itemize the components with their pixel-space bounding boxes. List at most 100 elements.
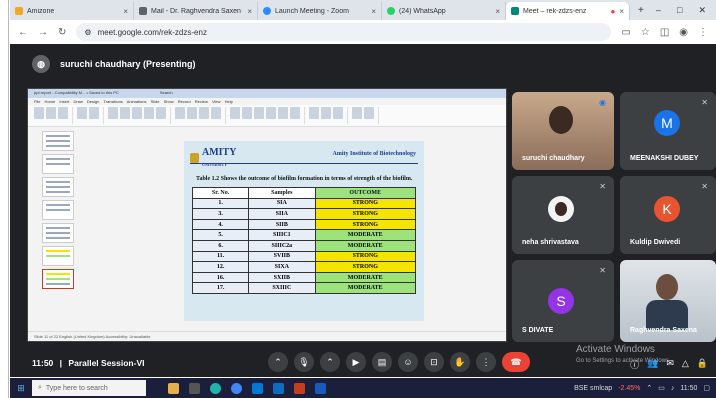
- edge-icon[interactable]: [210, 382, 221, 394]
- participant-tile-suruchi[interactable]: ◉ suruchi chaudhary: [512, 92, 614, 170]
- person-body: [646, 300, 688, 330]
- clock[interactable]: 11:50: [680, 385, 697, 392]
- mic-options-icon[interactable]: ⌃: [268, 352, 288, 372]
- battery-icon[interactable]: ▭: [658, 384, 665, 392]
- amizone-favicon-icon: [15, 7, 23, 15]
- network-icon[interactable]: ⌃: [646, 384, 652, 392]
- table-row: 16. SXIIB MODERATE: [191, 271, 416, 284]
- minimize-button[interactable]: –: [656, 5, 661, 16]
- slide-thumbnail: [42, 131, 74, 151]
- windows-start-icon[interactable]: ⊞: [10, 383, 32, 394]
- tab-amizone[interactable]: Amizone ×: [10, 2, 134, 20]
- header-samples: Samples: [248, 187, 316, 199]
- cast-icon[interactable]: ▭: [621, 27, 630, 38]
- screen: Amizone × Mail - Dr. Raghvendra Saxen × …: [0, 0, 716, 398]
- mail-icon[interactable]: [273, 382, 284, 394]
- activities-icon[interactable]: △: [682, 358, 689, 371]
- tab-mail[interactable]: Mail - Dr. Raghvendra Saxen ×: [134, 2, 258, 20]
- store-icon[interactable]: [252, 382, 263, 394]
- cell-sr-no: 12.: [191, 261, 250, 273]
- powerpoint-icon[interactable]: [294, 382, 305, 394]
- leave-call-button[interactable]: ☎: [502, 352, 530, 372]
- tab-whatsapp[interactable]: (24) WhatsApp ×: [382, 2, 506, 20]
- cell-outcome: STRONG: [314, 250, 416, 263]
- amity-crest-icon: [190, 153, 199, 163]
- url-field[interactable]: ⚙ meet.google.com/rek-zdzs-enz: [76, 23, 612, 41]
- header-outcome: OUTCOME: [314, 187, 416, 199]
- cell-sr-no: 1.: [191, 197, 250, 210]
- cell-outcome: STRONG: [314, 208, 416, 220]
- camera-options-icon[interactable]: ⌃: [320, 352, 340, 372]
- word-icon[interactable]: [315, 382, 326, 394]
- close-icon[interactable]: ×: [247, 7, 252, 16]
- meet-stage: ◍ suruchi chaudhary (Presenting) ppt rep…: [10, 44, 716, 377]
- cell-sample: SIIIC2a: [248, 239, 316, 252]
- powerpoint-status-bar: Slide 11 of 22 English (United Kingdom) …: [28, 331, 506, 341]
- mic-button[interactable]: 🎙: [294, 352, 314, 372]
- mic-off-icon: ✕: [599, 266, 606, 275]
- participant-name: Raghvendra Saxena: [630, 327, 697, 334]
- tab-zoom[interactable]: Launch Meeting - Zoom ×: [258, 2, 382, 20]
- site-info-icon[interactable]: ⚙: [84, 28, 91, 37]
- recording-dot-icon: ●: [610, 6, 616, 16]
- lock-icon[interactable]: 🔒: [697, 358, 708, 371]
- avatar: K: [654, 196, 680, 222]
- table-header-row: Sr. No. Samples OUTCOME: [191, 187, 416, 199]
- reload-icon[interactable]: ↻: [58, 27, 66, 38]
- profile-icon[interactable]: ◉: [679, 27, 688, 38]
- emoji-button[interactable]: ☺: [398, 352, 418, 372]
- participant-tile-neha[interactable]: ✕ neha shrivastava: [512, 176, 614, 254]
- captions-button[interactable]: ▤: [372, 352, 392, 372]
- ribbon-group: [175, 107, 226, 124]
- institute-name: Amity Institute of Biotechnology: [332, 151, 417, 157]
- participant-tile-divate[interactable]: ✕ S S DIVATE: [512, 260, 614, 342]
- avatar: M: [654, 110, 680, 136]
- new-tab-button[interactable]: +: [630, 5, 644, 20]
- cell-outcome: MODERATE: [314, 229, 416, 241]
- widgets-icon[interactable]: [168, 382, 179, 394]
- cell-sample: SIIIC1: [248, 229, 316, 241]
- raise-hand-button[interactable]: ✋: [450, 352, 470, 372]
- sidepanel-icon[interactable]: ◫: [660, 27, 669, 38]
- ribbon-group: [77, 107, 104, 124]
- more-options-button[interactable]: ⋮: [476, 352, 496, 372]
- present-button[interactable]: ⊡: [424, 352, 444, 372]
- close-icon[interactable]: ×: [619, 7, 624, 16]
- activate-windows-subtitle: Go to Settings to activate Windows.: [576, 358, 671, 364]
- slide-thumbnail-selected: [42, 269, 74, 289]
- forward-icon[interactable]: →: [38, 27, 48, 38]
- close-icon[interactable]: ×: [371, 7, 376, 16]
- tab-meet[interactable]: Meet – rek-zdzs-enz ● ×: [506, 2, 630, 20]
- back-icon[interactable]: ←: [18, 27, 28, 38]
- maximize-button[interactable]: □: [677, 5, 682, 16]
- taskbar-apps: [168, 382, 326, 394]
- bookmark-icon[interactable]: ☆: [641, 27, 650, 38]
- participant-name: Kuldip Dwivedi: [630, 239, 681, 246]
- tab-label: (24) WhatsApp: [399, 7, 446, 15]
- speaking-indicator-icon: ◉: [599, 98, 606, 107]
- slide-thumbnail: [42, 154, 74, 174]
- cell-outcome: STRONG: [314, 218, 416, 231]
- slide-canvas: AMITY UNIVERSITY Amity Institute of Biot…: [184, 141, 424, 321]
- ribbon-group: [230, 107, 305, 124]
- taskbar-search[interactable]: ⌕ Type here to search: [32, 380, 146, 396]
- menu-icon[interactable]: ⋮: [698, 27, 708, 38]
- cell-outcome: MODERATE: [314, 239, 416, 252]
- system-tray: BSE smlcap -2.45% ⌃ ▭ ♪ 11:50 ▢: [574, 384, 716, 393]
- cell-sample: SXIIIC: [248, 282, 316, 294]
- stock-name: BSE smlcap: [574, 384, 613, 392]
- url-text: meet.google.com/rek-zdzs-enz: [97, 27, 207, 37]
- person-head: [549, 106, 573, 134]
- chrome-icon[interactable]: [231, 382, 242, 394]
- camera-button[interactable]: ▶: [346, 352, 366, 372]
- task-view-icon[interactable]: [189, 382, 200, 394]
- person-head: [656, 274, 678, 300]
- notification-icon[interactable]: ▢: [703, 384, 710, 392]
- close-window-button[interactable]: ✕: [698, 5, 706, 16]
- participant-tile-kuldip[interactable]: ✕ K Kuldip Dwivedi: [620, 176, 716, 254]
- participant-tile-meenakshi[interactable]: ✕ M MEENAKSHI DUBEY: [620, 92, 716, 170]
- participant-tile-raghvendra[interactable]: Raghvendra Saxena: [620, 260, 716, 342]
- close-icon[interactable]: ×: [123, 7, 128, 16]
- volume-icon[interactable]: ♪: [671, 385, 675, 392]
- close-icon[interactable]: ×: [495, 7, 500, 16]
